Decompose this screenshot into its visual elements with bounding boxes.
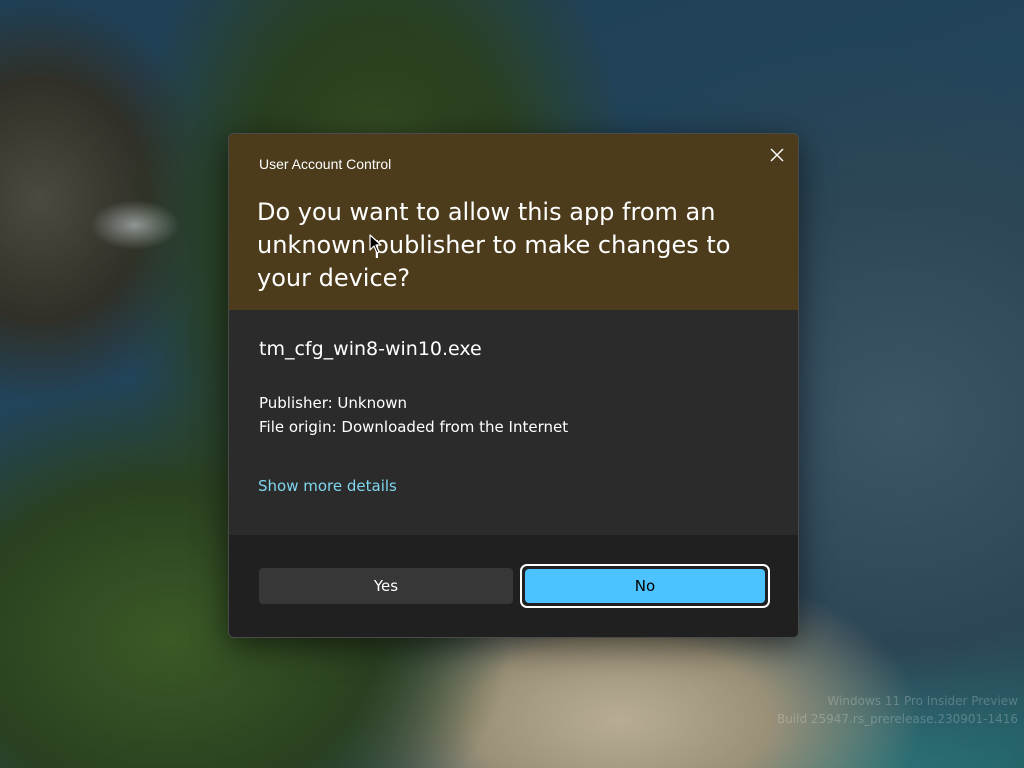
yes-button[interactable]: Yes [259, 568, 513, 604]
uac-dialog: User Account Control Do you want to allo… [228, 133, 799, 638]
publisher-info: Publisher: Unknown [259, 394, 408, 412]
windows-watermark: Windows 11 Pro Insider Preview Build 259… [777, 692, 1018, 728]
uac-body: tm_cfg_win8-win10.exe Publisher: Unknown… [229, 310, 798, 535]
show-more-details-link[interactable]: Show more details [258, 477, 397, 495]
close-icon [770, 148, 784, 162]
watermark-build: Build 25947.rs_prerelease.230901-1416 [776, 712, 1018, 726]
uac-header: User Account Control Do you want to allo… [229, 134, 798, 310]
wallpaper-foam [90, 200, 180, 250]
close-button[interactable] [760, 138, 794, 172]
file-origin-info: File origin: Downloaded from the Interne… [259, 418, 569, 436]
dialog-question: Do you want to allow this app from an un… [257, 198, 731, 292]
uac-footer: Yes No [229, 535, 798, 637]
dialog-title: User Account Control [259, 156, 392, 172]
watermark-edition: Windows 11 Pro Insider Preview [827, 694, 1018, 708]
desktop-wallpaper: Windows 11 Pro Insider Preview Build 259… [0, 0, 1024, 768]
no-button[interactable]: No [525, 569, 765, 603]
app-name: tm_cfg_win8-win10.exe [259, 338, 482, 360]
